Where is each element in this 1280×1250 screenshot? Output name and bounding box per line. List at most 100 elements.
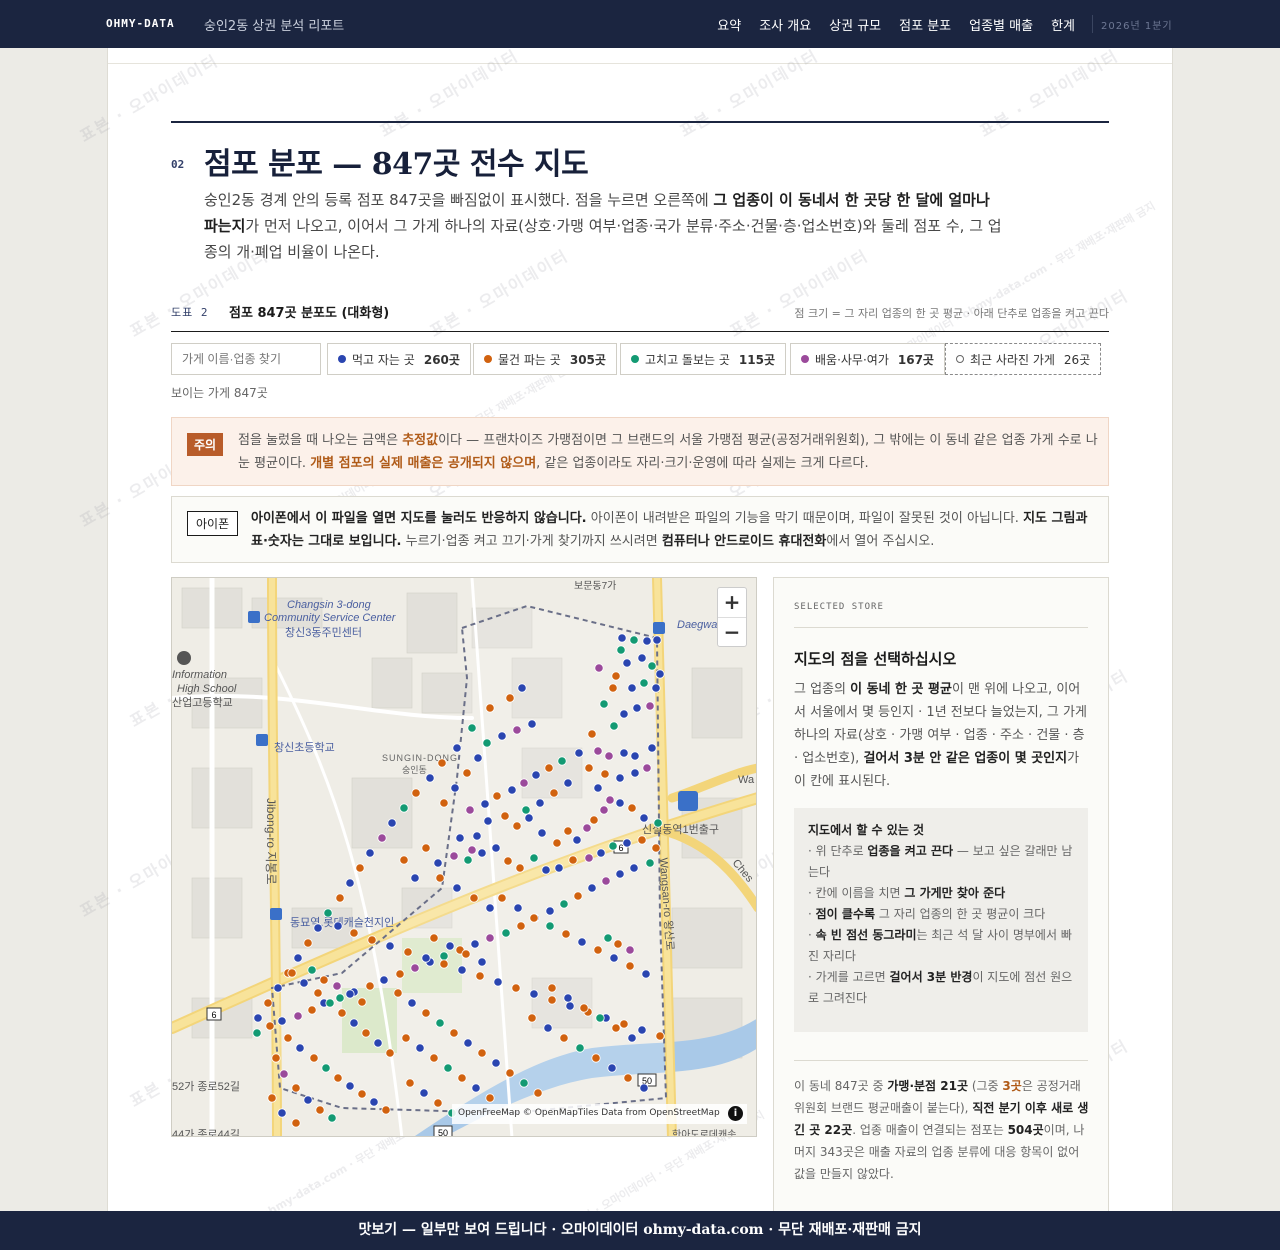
store-dot-eat[interactable] — [574, 748, 584, 758]
store-dot-shop[interactable] — [403, 947, 413, 957]
store-dot-shop[interactable] — [547, 983, 557, 993]
store-search-input[interactable] — [171, 343, 321, 375]
filter-chip-closed[interactable]: 최근 사라진 가게 26곳 — [945, 343, 1102, 375]
store-dot-shop[interactable] — [291, 1083, 301, 1093]
store-dot-eat[interactable] — [627, 1033, 637, 1043]
store-dot-learn[interactable] — [467, 845, 477, 855]
store-dot-eat[interactable] — [630, 768, 640, 778]
store-dot-shop[interactable] — [573, 891, 583, 901]
store-dot-learn[interactable] — [605, 795, 615, 805]
store-dot-care[interactable] — [443, 1063, 453, 1073]
store-dot-eat[interactable] — [632, 703, 642, 713]
store-dot-learn[interactable] — [449, 851, 459, 861]
filter-chip-shop[interactable]: 물건 파는 곳 305곳 — [473, 343, 617, 375]
store-dot-learn[interactable] — [599, 805, 609, 815]
store-dot-eat[interactable] — [609, 953, 619, 963]
store-dot-shop[interactable] — [405, 1078, 415, 1088]
store-dot-eat[interactable] — [419, 1088, 429, 1098]
store-dot-shop[interactable] — [385, 1048, 395, 1058]
store-dot-eat[interactable] — [622, 838, 632, 848]
store-dot-eat[interactable] — [639, 1083, 649, 1093]
store-dot-eat[interactable] — [593, 783, 603, 793]
store-dot-care[interactable] — [335, 993, 345, 1003]
store-dot-shop[interactable] — [439, 798, 449, 808]
store-dot-shop[interactable] — [319, 975, 329, 985]
store-dot-eat[interactable] — [373, 1038, 383, 1048]
nav-link-sales[interactable]: 업종별 매출 — [969, 15, 1033, 34]
store-dot-eat[interactable] — [529, 989, 539, 999]
store-dot-care[interactable] — [653, 818, 663, 828]
store-dot-shop[interactable] — [401, 1033, 411, 1043]
store-dot-eat[interactable] — [473, 753, 483, 763]
store-dot-eat[interactable] — [587, 883, 597, 893]
zoom-out-button[interactable]: − — [718, 618, 746, 648]
store-dot-care[interactable] — [399, 803, 409, 813]
store-dot-eat[interactable] — [433, 858, 443, 868]
store-dot-care[interactable] — [307, 965, 317, 975]
store-dot-eat[interactable] — [273, 983, 283, 993]
store-dot-learn[interactable] — [293, 1011, 303, 1021]
store-dot-eat[interactable] — [450, 783, 460, 793]
store-dot-shop[interactable] — [529, 913, 539, 923]
store-dot-shop[interactable] — [461, 949, 471, 959]
store-dot-shop[interactable] — [511, 983, 521, 993]
store-dot-eat[interactable] — [483, 816, 493, 826]
store-dot-shop[interactable] — [381, 1105, 391, 1115]
store-dot-care[interactable] — [595, 1013, 605, 1023]
store-dot-shop[interactable] — [335, 893, 345, 903]
nav-link-summary[interactable]: 요약 — [717, 15, 741, 34]
store-dot-care[interactable] — [599, 699, 609, 709]
store-dot-eat[interactable] — [385, 941, 395, 951]
store-dot-eat[interactable] — [463, 1038, 473, 1048]
filter-chip-care[interactable]: 고치고 돌보는 곳 115곳 — [620, 343, 787, 375]
store-dot-shop[interactable] — [421, 1008, 431, 1018]
store-dot-eat[interactable] — [415, 1043, 425, 1053]
store-dot-shop[interactable] — [309, 1053, 319, 1063]
store-dot-eat[interactable] — [543, 1023, 553, 1033]
store-dot-shop[interactable] — [568, 855, 578, 865]
store-dot-shop[interactable] — [462, 768, 472, 778]
store-dot-learn[interactable] — [642, 763, 652, 773]
store-dot-shop[interactable] — [623, 1073, 633, 1083]
store-dot-shop[interactable] — [563, 826, 573, 836]
store-dot-shop[interactable] — [485, 1093, 495, 1103]
store-dot-eat[interactable] — [407, 998, 417, 1008]
store-dot-shop[interactable] — [611, 1023, 621, 1033]
store-dot-shop[interactable] — [271, 1053, 281, 1063]
store-dot-care[interactable] — [629, 635, 639, 645]
store-dot-care[interactable] — [321, 1063, 331, 1073]
store-dot-eat[interactable] — [507, 785, 517, 795]
store-dot-shop[interactable] — [503, 856, 513, 866]
store-dot-shop[interactable] — [552, 838, 562, 848]
store-dot-care[interactable] — [501, 928, 511, 938]
store-dot-eat[interactable] — [622, 658, 632, 668]
store-dot-eat[interactable] — [565, 1001, 575, 1011]
store-dot-shop[interactable] — [437, 758, 447, 768]
nav-link-scale[interactable]: 상권 규모 — [829, 15, 881, 34]
store-dot-eat[interactable] — [607, 1063, 617, 1073]
store-dot-eat[interactable] — [639, 813, 649, 823]
store-dot-eat[interactable] — [563, 993, 573, 1003]
store-dot-shop[interactable] — [439, 959, 449, 969]
store-dot-eat[interactable] — [651, 683, 661, 693]
store-dot-learn[interactable] — [485, 933, 495, 943]
store-dot-eat[interactable] — [545, 906, 555, 916]
store-dot-shop[interactable] — [449, 1028, 459, 1038]
store-dot-eat[interactable] — [619, 709, 629, 719]
store-dot-shop[interactable] — [497, 893, 507, 903]
store-dot-eat[interactable] — [554, 863, 564, 873]
nav-link-distribution[interactable]: 점포 분포 — [899, 15, 951, 34]
store-dot-shop[interactable] — [429, 933, 439, 943]
store-dot-eat[interactable] — [517, 683, 527, 693]
store-dot-shop[interactable] — [559, 1033, 569, 1043]
store-dot-shop[interactable] — [287, 968, 297, 978]
store-dot-shop[interactable] — [435, 873, 445, 883]
store-dot-eat[interactable] — [642, 636, 652, 646]
store-dot-shop[interactable] — [533, 1088, 543, 1098]
store-dot-shop[interactable] — [477, 1048, 487, 1058]
store-dot-eat[interactable] — [615, 798, 625, 808]
store-dot-shop[interactable] — [591, 1053, 601, 1063]
store-dot-eat[interactable] — [421, 953, 431, 963]
store-dot-eat[interactable] — [637, 653, 647, 663]
store-dot-shop[interactable] — [587, 729, 597, 739]
